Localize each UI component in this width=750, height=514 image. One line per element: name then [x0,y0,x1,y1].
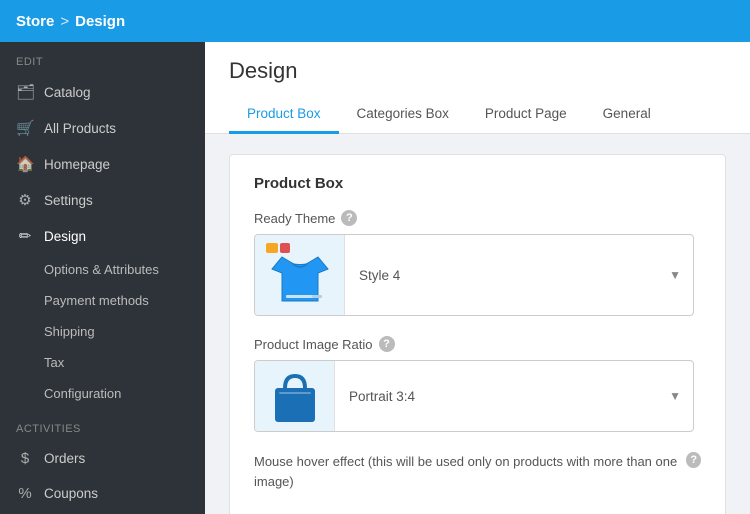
topbar-separator: > [60,13,69,30]
ready-theme-preview [255,235,345,315]
ready-theme-label-text: Ready Theme [254,211,335,226]
topbar-current-page: Design [75,13,125,30]
page-title: Design [229,58,726,84]
sidebar-item-label: All Products [44,121,116,136]
tab-product-box[interactable]: Product Box [229,96,339,134]
product-image-ratio-help-icon[interactable]: ? [379,336,395,352]
card-title: Product Box [254,175,701,192]
sidebar-item-label: Orders [44,451,85,466]
sidebar-item-orders[interactable]: $ Orders [0,441,205,476]
tshirt-preview-svg [264,241,336,309]
hover-effect-text: Mouse hover effect (this will be used on… [254,452,680,491]
sidebar-item-label: Homepage [44,157,110,172]
product-box-card: Product Box Ready Theme ? [229,154,726,514]
sidebar-sub-configuration[interactable]: Configuration [0,378,205,409]
sidebar-item-design[interactable]: ✏ Design [0,218,205,254]
sidebar-sub-shipping[interactable]: Shipping [0,316,205,347]
topbar: Store > Design [0,0,750,42]
ready-theme-arrow-icon: ▼ [657,268,693,282]
main-content: Design Product Box Categories Box Produc… [205,42,750,514]
tab-general[interactable]: General [585,96,669,134]
catalog-icon: 🗂 [16,83,34,101]
bag-preview-svg [269,366,321,426]
ready-theme-help-icon[interactable]: ? [341,210,357,226]
tab-product-page[interactable]: Product Page [467,96,585,134]
layout: Edit 🗂 Catalog 🛒 All Products 🏠 Homepage… [0,42,750,514]
hover-effect-group: Mouse hover effect (this will be used on… [254,452,701,491]
cart-icon: 🛒 [16,119,34,137]
product-image-ratio-label-text: Product Image Ratio [254,337,373,352]
sidebar-sub-options[interactable]: Options & Attributes [0,254,205,285]
product-image-ratio-group: Product Image Ratio ? [254,336,701,432]
settings-icon: ⚙ [16,191,34,209]
main-header: Design Product Box Categories Box Produc… [205,42,750,134]
ready-theme-group: Ready Theme ? [254,210,701,316]
sidebar: Edit 🗂 Catalog 🛒 All Products 🏠 Homepage… [0,42,205,514]
ready-theme-value: Style 4 [345,268,657,283]
hover-effect-help-icon[interactable]: ? [686,452,701,468]
tab-categories-box[interactable]: Categories Box [339,96,467,134]
sidebar-item-settings[interactable]: ⚙ Settings [0,182,205,218]
sidebar-item-homepage[interactable]: 🏠 Homepage [0,146,205,182]
sidebar-item-catalog[interactable]: 🗂 Catalog [0,74,205,110]
product-image-ratio-value: Portrait 3:4 [335,389,657,404]
product-image-ratio-preview [255,361,335,431]
sidebar-item-all-products[interactable]: 🛒 All Products [0,110,205,146]
design-icon: ✏ [16,227,34,245]
home-icon: 🏠 [16,155,34,173]
sidebar-sub-payment[interactable]: Payment methods [0,285,205,316]
dollar-icon: $ [16,450,34,467]
sidebar-item-coupons[interactable]: % Coupons [0,476,205,511]
product-image-ratio-select[interactable]: Portrait 3:4 ▼ [254,360,694,432]
hover-effect-note: Mouse hover effect (this will be used on… [254,452,701,491]
tabs: Product Box Categories Box Product Page … [229,96,726,133]
sidebar-sub-tax[interactable]: Tax [0,347,205,378]
percent-icon: % [16,485,34,502]
sidebar-item-label: Coupons [44,486,98,501]
sidebar-section-activities: Activities [0,409,205,441]
topbar-store-link[interactable]: Store [16,13,54,30]
ready-theme-select[interactable]: Style 4 ▼ [254,234,694,316]
sidebar-item-label: Design [44,229,86,244]
product-image-ratio-label: Product Image Ratio ? [254,336,701,352]
sidebar-item-label: Catalog [44,85,91,100]
product-image-ratio-arrow-icon: ▼ [657,389,693,403]
content-area: Product Box Ready Theme ? [205,134,750,514]
sidebar-item-label: Settings [44,193,93,208]
sidebar-section-edit: Edit [0,42,205,74]
ready-theme-label: Ready Theme ? [254,210,701,226]
